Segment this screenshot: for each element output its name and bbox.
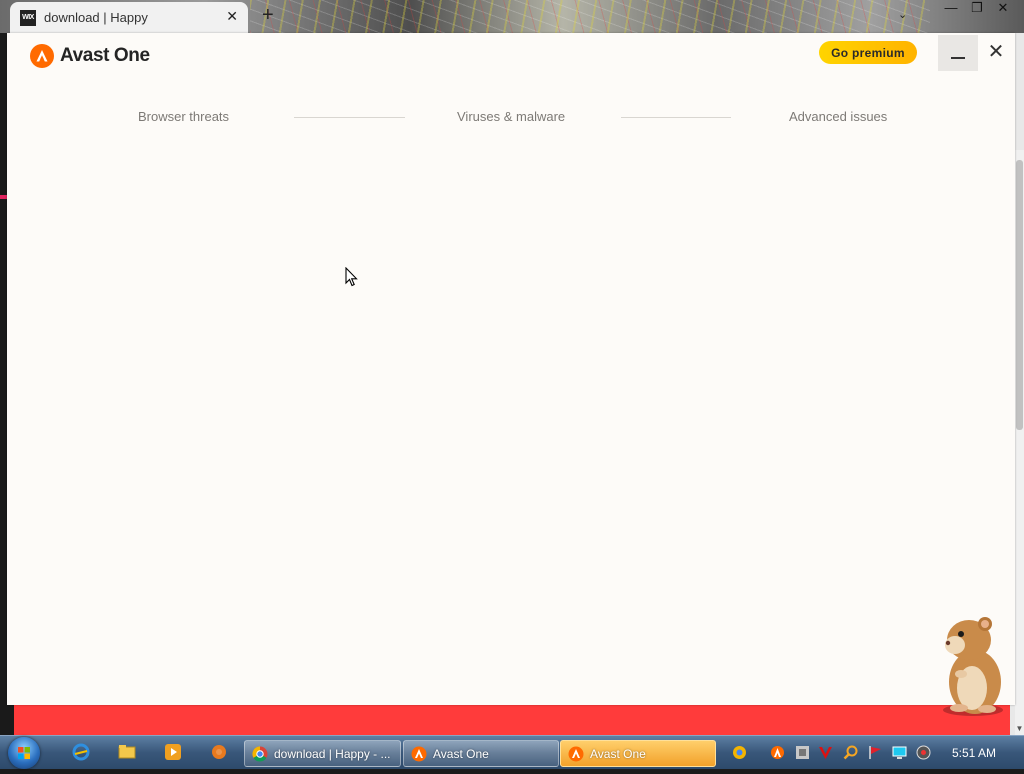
taskbar-button-label: download | Happy - ... (274, 746, 391, 761)
avast-icon (411, 746, 427, 761)
browser-close-icon[interactable]: ✕ (996, 0, 1010, 16)
page-scrollbar[interactable]: ▼ (1015, 150, 1024, 735)
browser-background-image (250, 0, 930, 33)
windows-logo-icon (18, 747, 30, 759)
new-tab-icon[interactable]: + (262, 4, 274, 27)
wix-favicon-icon: WIX (20, 9, 36, 26)
step-advanced-issues: Advanced issues (789, 109, 888, 124)
avast-tray-icon[interactable] (770, 745, 785, 760)
go-premium-button[interactable]: Go premium (819, 41, 917, 64)
app-title: Avast One (60, 45, 150, 66)
volume-tray-icon[interactable] (916, 745, 931, 760)
minimize-button[interactable] (938, 35, 978, 71)
start-button[interactable] (8, 737, 40, 769)
taskbar-button-chrome[interactable]: download | Happy - ... (244, 740, 401, 767)
step-viruses-malware: Viruses & malware (457, 109, 566, 124)
scrollbar-thumb[interactable] (1016, 160, 1023, 430)
tab-close-icon[interactable]: ✕ (226, 8, 238, 25)
flag-tray-icon[interactable] (868, 745, 883, 760)
browser-window-controls: — ❐ ✕ (944, 0, 1010, 16)
browser-tab-title: download | Happy (44, 10, 148, 25)
browser-minimize-icon[interactable]: — (944, 0, 958, 16)
taskbar: download | Happy - ... Avast One Avast O… (0, 735, 1024, 769)
chrome-tray-icon[interactable] (732, 745, 747, 760)
tab-search-chevron-icon[interactable]: ⌄ (898, 8, 907, 21)
avast-window: Avast One Go premium ✕ Browser threats V… (7, 33, 1015, 705)
minimize-icon (951, 57, 965, 59)
taskbar-button-avast-active[interactable]: Avast One (560, 740, 716, 767)
media-player-icon[interactable] (164, 743, 182, 761)
scroll-down-icon[interactable]: ▼ (1015, 724, 1024, 733)
hamster-desktop-pet[interactable] (925, 612, 1010, 722)
display-tray-icon[interactable] (892, 745, 907, 760)
taskbar-button-label: Avast One (433, 746, 489, 761)
internet-explorer-icon[interactable] (72, 743, 90, 761)
avast-logo: Avast One (30, 44, 150, 68)
browser-tab[interactable]: WIX download | Happy ✕ (10, 2, 248, 33)
chrome-icon (252, 745, 268, 762)
extra-app-icon[interactable] (210, 743, 228, 761)
step-browser-threats: Browser threats (138, 109, 230, 124)
v-tray-icon[interactable] (818, 745, 833, 760)
step-connector (621, 117, 731, 118)
banner-text-fragment: ▀▀ ▀ ▀▀ (42, 703, 227, 725)
search-tray-icon[interactable] (843, 745, 858, 760)
page-accent-mark (0, 195, 7, 199)
browser-titlebar: WIX download | Happy ✕ + ⌄ — ❐ ✕ (0, 0, 1024, 33)
network-tray-icon[interactable] (795, 745, 810, 760)
taskbar-button-avast[interactable]: Avast One (403, 740, 559, 767)
browser-restore-icon[interactable]: ❐ (970, 0, 984, 16)
mouse-cursor-icon (345, 267, 358, 287)
taskbar-button-label: Avast One (590, 746, 646, 761)
taskbar-clock[interactable]: 5:51 AM (952, 746, 996, 760)
close-button[interactable]: ✕ (984, 39, 1008, 63)
avast-icon (568, 746, 584, 761)
avast-logo-icon (30, 44, 54, 68)
step-connector (294, 117, 405, 118)
page-red-banner: ▀▀ ▀ ▀▀ (14, 703, 1010, 735)
file-explorer-icon[interactable] (118, 743, 136, 761)
